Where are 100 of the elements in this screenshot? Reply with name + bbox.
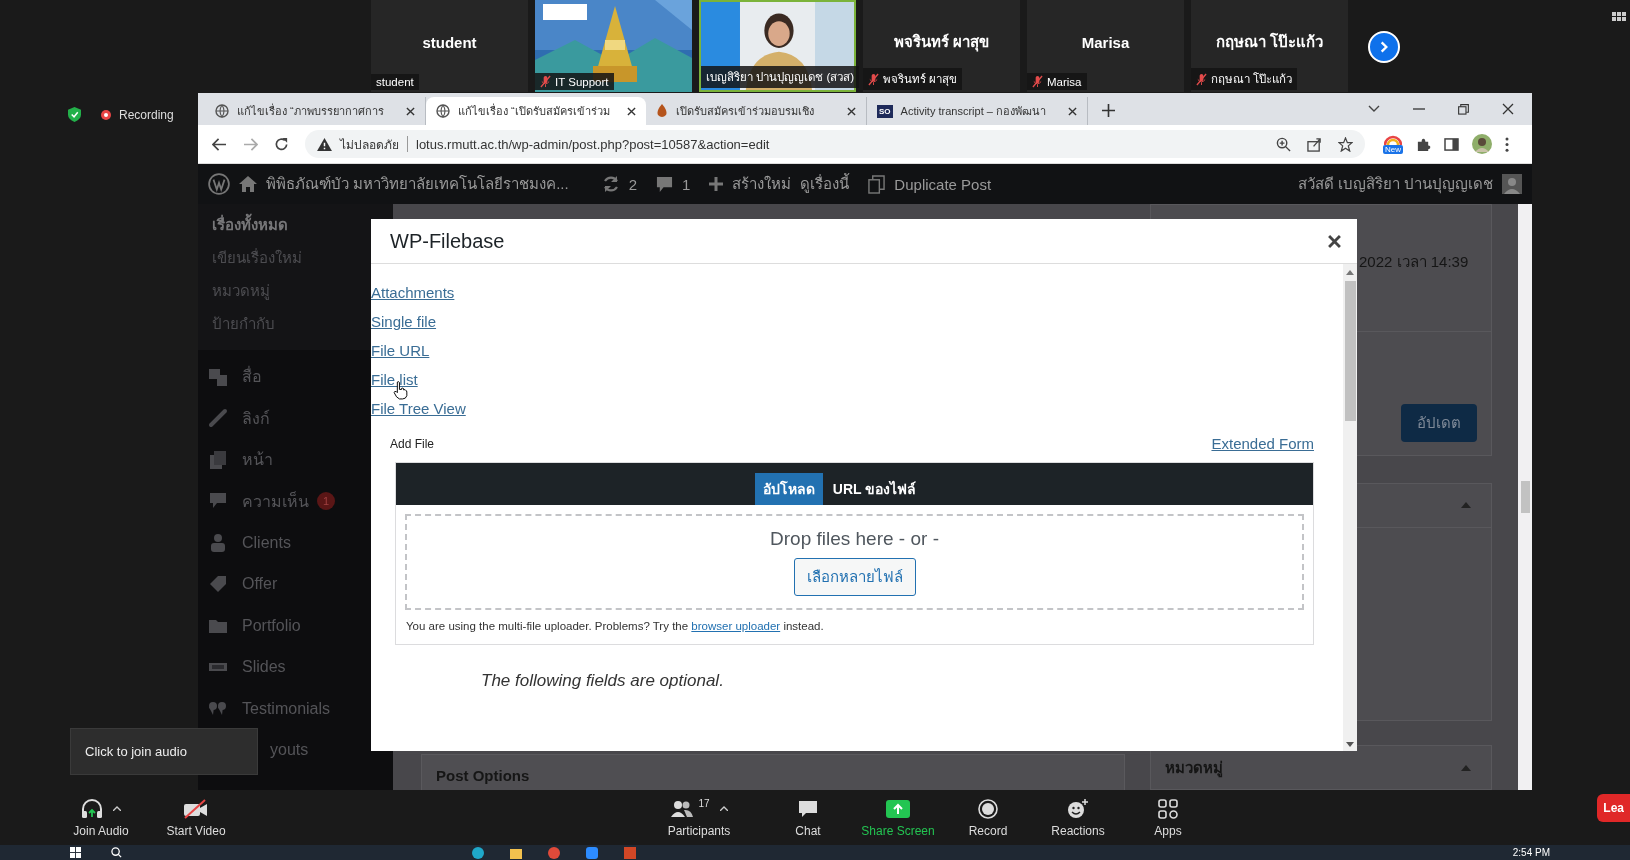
- comment-icon[interactable]: [656, 175, 673, 193]
- new-badge: New: [1383, 144, 1403, 154]
- update-button[interactable]: อัปเดต: [1401, 404, 1477, 442]
- participant-label: กฤษณา โป๊ะแก้ว: [1211, 71, 1293, 87]
- site-favicon: SO: [877, 104, 893, 118]
- gallery-view-icon[interactable]: [1612, 12, 1626, 22]
- tab-link[interactable]: File Tree View: [371, 394, 466, 423]
- folder-icon[interactable]: [510, 846, 522, 859]
- menu-icon[interactable]: [1505, 136, 1509, 152]
- toolbar-button[interactable]: Reactions: [1033, 797, 1123, 838]
- close-tab-icon[interactable]: [847, 106, 856, 116]
- browser-tab[interactable]: SO Activity transcript – กองพัฒนา: [867, 97, 1088, 125]
- panel-title: Post Options: [436, 767, 530, 784]
- section-label: Add File: [390, 436, 435, 451]
- close-tab-icon[interactable]: [1068, 106, 1077, 116]
- select-files-button[interactable]: เลือกหลายไฟล์: [793, 558, 916, 596]
- globe-icon: [215, 104, 229, 118]
- reload-icon[interactable]: [274, 136, 289, 152]
- comments-count[interactable]: 1: [682, 175, 691, 193]
- wordpress-logo-icon[interactable]: [208, 173, 230, 195]
- toolbar-button[interactable]: Apps: [1123, 797, 1213, 838]
- extension-button[interactable]: New: [1383, 134, 1403, 154]
- greeting-link[interactable]: สวัสดี เบญสิริยา ปานปุญญเดช: [1297, 172, 1493, 196]
- participant-label: student: [376, 76, 414, 88]
- extended-form-link[interactable]: Extended Form: [1211, 435, 1314, 452]
- smiley-icon: [1067, 798, 1089, 819]
- home-icon[interactable]: [239, 176, 257, 192]
- search-icon[interactable]: [111, 847, 122, 858]
- side-panel-icon[interactable]: [1444, 137, 1459, 151]
- toolbar-button[interactable]: Chat: [763, 797, 853, 838]
- warning-icon: [317, 137, 332, 151]
- taskbar-app-icon[interactable]: [586, 846, 598, 859]
- recording-dot-icon: [101, 109, 111, 120]
- upload-tab[interactable]: URL ของไฟล์: [824, 473, 925, 505]
- apps-icon: [1158, 798, 1178, 819]
- url-text: lotus.rmutt.ac.th/wp-admin/post.php?post=10587&action=edit: [416, 136, 770, 152]
- new-tab-icon[interactable]: [1102, 104, 1115, 117]
- uploader-notice: You are using the multi-file uploader. Problems? Try the browser uploader instead.: [406, 620, 825, 632]
- updates-count[interactable]: 2: [628, 175, 637, 193]
- windows-start-icon[interactable]: [70, 847, 81, 858]
- headphones-icon: [81, 798, 103, 819]
- toolbar-button[interactable]: Join Audio: [56, 797, 146, 838]
- toolbar-button[interactable]: Start Video: [151, 797, 241, 838]
- media-icon: [208, 366, 228, 387]
- site-name-link[interactable]: พิพิธภัณฑ์บัว มหาวิทยาลัยเทคโนโลยีราชมงค...: [266, 172, 569, 196]
- caret-icon[interactable]: [719, 806, 728, 811]
- close-tab-icon[interactable]: [627, 106, 636, 116]
- tab-link[interactable]: File list: [371, 365, 418, 394]
- toolbar-button[interactable]: Share Screen: [853, 797, 943, 838]
- taskbar-app-icon[interactable]: [624, 846, 636, 859]
- tab-link[interactable]: File URL: [371, 336, 430, 365]
- toolbar-button[interactable]: Record: [943, 797, 1033, 838]
- duplicate-post-link[interactable]: Duplicate Post: [894, 175, 992, 193]
- person-icon: [208, 532, 228, 553]
- dialog-title: WP-Filebase: [390, 229, 505, 253]
- back-icon[interactable]: [212, 137, 227, 151]
- close-icon[interactable]: [1328, 234, 1341, 248]
- security-label: ไม่ปลอดภัย: [340, 136, 399, 154]
- tab-link[interactable]: Attachments: [371, 278, 455, 307]
- close-icon[interactable]: [1502, 103, 1514, 115]
- zoom-in-icon[interactable]: [1276, 136, 1291, 152]
- refresh-icon[interactable]: [601, 175, 620, 193]
- browser-uploader-link[interactable]: browser uploader: [691, 620, 781, 632]
- upload-tab[interactable]: อัปโหลด: [754, 473, 823, 505]
- star-icon[interactable]: [1338, 136, 1353, 152]
- flame-icon: [656, 104, 668, 118]
- record-icon: [978, 798, 998, 819]
- scroll-down-icon[interactable]: [1346, 742, 1354, 747]
- panel-title: หมวดหมู่: [1165, 757, 1223, 780]
- link-icon: [208, 408, 228, 429]
- participant-label: เบญสิริยา ปานปุญญเดช (สวส): [706, 70, 855, 86]
- toolbar-button[interactable]: 17 Participants: [649, 797, 749, 838]
- scroll-up-icon[interactable]: [1346, 270, 1354, 275]
- puzzle-icon[interactable]: [1416, 136, 1431, 152]
- leave-button[interactable]: Lea: [1597, 794, 1630, 822]
- new-content-link[interactable]: สร้างใหม่: [732, 172, 792, 196]
- tab-link[interactable]: Single file: [371, 307, 437, 336]
- caret-icon[interactable]: [113, 806, 121, 811]
- taskbar-app-icon[interactable]: [472, 846, 484, 859]
- chevron-down-icon[interactable]: [1368, 105, 1380, 113]
- drop-zone[interactable]: Drop files here - or - เลือกหลายไฟล์: [405, 514, 1304, 610]
- restore-icon[interactable]: [1458, 103, 1469, 115]
- browser-tab[interactable]: เปิดรับสมัครเข้าร่วมอบรมเชิง: [646, 97, 867, 125]
- avatar-icon[interactable]: [1472, 134, 1492, 154]
- view-post-link[interactable]: ดูเรื่องนี้: [800, 172, 850, 196]
- scrollbar-thumb[interactable]: [1344, 281, 1356, 421]
- share-icon[interactable]: [1307, 136, 1322, 152]
- optional-fields-note: The following fields are optional.: [481, 671, 725, 691]
- duplicate-icon[interactable]: [868, 174, 886, 194]
- publish-date: 2022 เวลา 14:39: [1359, 252, 1469, 272]
- close-tab-icon[interactable]: [406, 106, 415, 116]
- plus-icon[interactable]: [709, 177, 724, 191]
- taskbar-app-icon[interactable]: [548, 846, 560, 859]
- scrollbar-thumb[interactable]: [1521, 481, 1530, 513]
- participant-label: พจรินทร์ ผาสุข: [883, 72, 958, 88]
- participant-name: student: [422, 33, 477, 51]
- browser-tab[interactable]: แก้ไขเรื่อง “เปิดรับสมัครเข้าร่วม: [426, 97, 646, 125]
- address-bar[interactable]: ไม่ปลอดภัย lotus.rmutt.ac.th/wp-admin/post.php?post=10587&action=edit: [305, 130, 1365, 158]
- next-page-button[interactable]: [1368, 30, 1400, 63]
- count-badge: 1: [317, 492, 335, 511]
